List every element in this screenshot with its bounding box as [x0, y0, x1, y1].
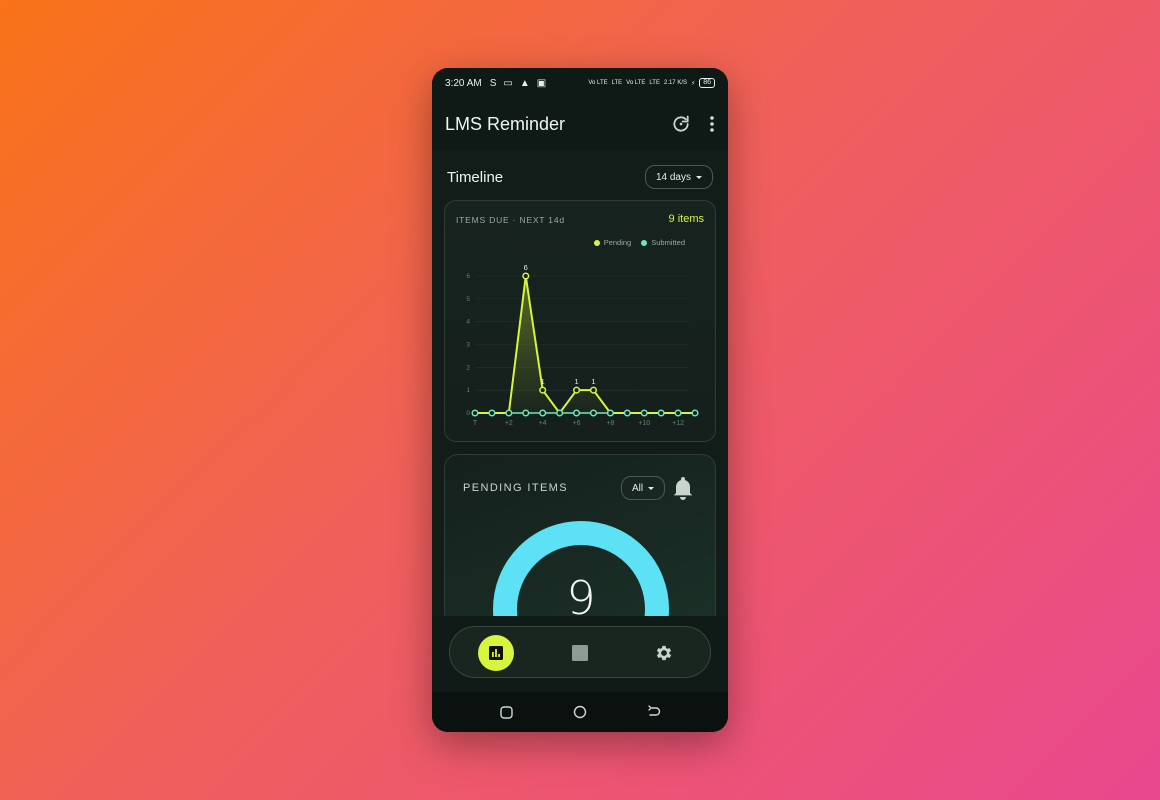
home-circle-icon	[573, 705, 587, 719]
chart-point-submitted	[488, 409, 496, 417]
nav-dashboard[interactable]	[478, 635, 514, 671]
recent-apps-button[interactable]	[498, 704, 514, 720]
bottom-navigation	[449, 626, 711, 678]
chart-x-tick-label: +6	[573, 420, 581, 427]
battery-level: 86	[699, 78, 715, 88]
volte-indicator-1: Vo LTE	[588, 80, 608, 86]
chart-y-tick-label: 3	[466, 342, 470, 349]
timeline-line-chart[interactable]: 0 1 2 3 4 5 6 T +2 +4 +6 +8 +10 +12 6 1 1 1	[445, 201, 717, 443]
timeline-header: Timeline 14 days	[447, 165, 713, 189]
chart-y-tick-label: 4	[466, 319, 470, 326]
home-button[interactable]	[572, 704, 588, 720]
chart-x-tick-label: +8	[606, 420, 614, 427]
refresh-icon	[673, 115, 689, 132]
chart-x-tick-label: +4	[539, 420, 547, 427]
system-navigation-bar	[432, 692, 728, 732]
chart-point-submitted	[657, 409, 665, 417]
chart-data-label: 1	[541, 377, 545, 386]
warning-icon: ▲	[519, 77, 530, 89]
chart-point-submitted	[674, 409, 682, 417]
chart-y-tick-label: 2	[466, 364, 470, 371]
pending-filter-label: All	[632, 482, 644, 494]
notifications-button[interactable]	[671, 475, 695, 506]
chart-point-submitted	[505, 409, 513, 417]
app-title: LMS Reminder	[445, 113, 566, 134]
timeline-range-dropdown[interactable]: 14 days	[644, 165, 713, 189]
chart-data-label: 1	[591, 377, 595, 386]
chart-point-submitted	[572, 409, 581, 417]
chevron-down-icon	[696, 175, 702, 179]
chart-y-tick-label: 0	[466, 410, 470, 417]
chart-y-tick-label: 5	[466, 296, 470, 303]
chart-point-pending	[522, 272, 530, 280]
back-arrow-icon	[648, 705, 661, 716]
chart-point-submitted	[539, 409, 547, 417]
chart-point-submitted	[606, 409, 614, 417]
lte-signal-1: LTE	[611, 80, 623, 86]
timeline-range-label: 14 days	[655, 171, 691, 183]
notification-app-icon: S	[489, 77, 497, 89]
chart-point-submitted	[623, 409, 631, 417]
app-bar: LMS Reminder	[432, 98, 728, 150]
chart-point-submitted	[556, 409, 564, 417]
timeline-title: Timeline	[447, 168, 504, 186]
pending-filter-dropdown[interactable]: All	[621, 476, 666, 500]
more-options-button[interactable]	[709, 115, 715, 133]
chart-point-pending	[589, 386, 598, 394]
chart-point-submitted	[471, 409, 479, 417]
pending-items-card: PENDING ITEMS All 9	[444, 454, 716, 616]
chart-x-tick-label: +10	[638, 420, 650, 427]
network-speed: 2.17 K/S	[663, 80, 687, 86]
chart-x-tick-label: +12	[672, 420, 684, 427]
image-icon: ▣	[536, 77, 547, 89]
chart-x-tick-label: T	[473, 420, 478, 427]
bar-chart-icon	[489, 646, 503, 660]
chart-y-tick-label: 1	[466, 387, 470, 394]
status-time: 3:20 AM	[445, 77, 482, 89]
nav-items[interactable]	[562, 635, 598, 671]
chart-data-label: 1	[574, 377, 578, 386]
status-notification-icons: S ▭ ▲ ▣	[490, 78, 546, 89]
pending-items-title: PENDING ITEMS	[463, 482, 568, 494]
chevron-down-icon	[648, 486, 655, 490]
bell-icon	[673, 477, 693, 500]
chart-point-submitted	[522, 409, 530, 417]
chart-point-submitted	[640, 409, 648, 417]
recents-icon	[499, 705, 513, 719]
refresh-button[interactable]	[671, 114, 691, 134]
bottom-nav-area	[432, 616, 728, 692]
back-button[interactable]	[646, 704, 662, 720]
phone-screen: 3:20 AM S ▭ ▲ ▣ Vo LTE LTE Vo LTE LTE 2.…	[432, 68, 728, 732]
timeline-chart-card: ITEMS DUE · NEXT 14d 9 items Pending Sub…	[444, 200, 716, 442]
chart-y-tick-label: 6	[466, 273, 470, 280]
chart-data-label: 6	[524, 263, 528, 272]
square-icon	[572, 645, 588, 661]
pending-count: 9	[566, 571, 596, 616]
nav-settings[interactable]	[646, 635, 682, 671]
main-content[interactable]: Timeline 14 days ITEMS DUE · NEXT 14d 9 …	[432, 150, 728, 616]
app-bar-actions	[671, 114, 715, 134]
charging-icon: ⚡	[690, 80, 696, 87]
volte-indicator-2: Vo LTE	[626, 80, 646, 86]
gear-icon	[656, 645, 672, 661]
chart-point-submitted	[589, 409, 598, 417]
chart-x-tick-label: +2	[505, 420, 513, 427]
lte-signal-2: LTE	[649, 80, 660, 86]
chart-point-pending	[539, 386, 547, 394]
more-vert-icon	[710, 116, 714, 132]
chart-point-pending	[572, 386, 581, 394]
status-system-icons: Vo LTE LTE Vo LTE LTE 2.17 K/S ⚡ 86	[588, 78, 715, 88]
game-controller-icon: ▭	[503, 77, 513, 89]
status-bar: 3:20 AM S ▭ ▲ ▣ Vo LTE LTE Vo LTE LTE 2.…	[432, 68, 728, 98]
chart-point-submitted	[691, 409, 699, 417]
